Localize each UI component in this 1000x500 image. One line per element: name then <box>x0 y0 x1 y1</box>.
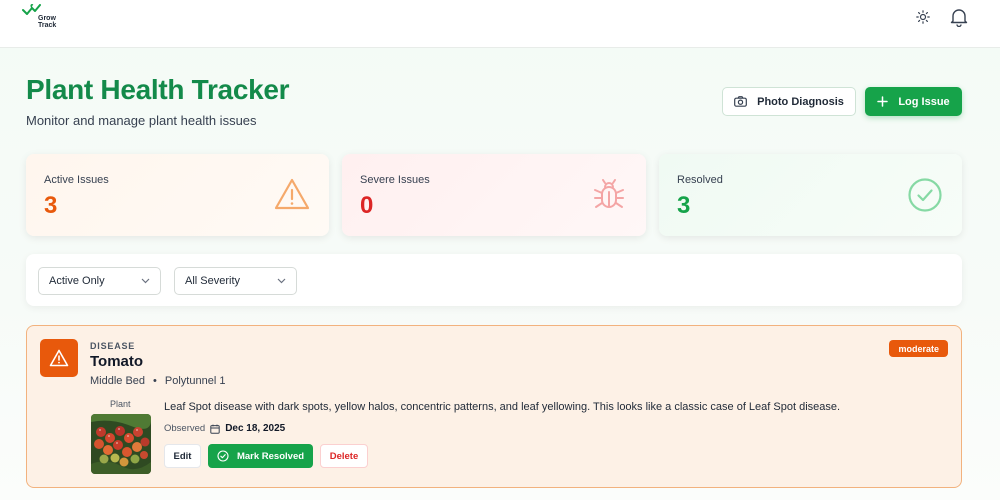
page-subtitle: Monitor and manage plant health issues <box>26 113 257 128</box>
edit-label: Edit <box>173 450 192 462</box>
stat-card-active: Active Issues 3 <box>26 154 329 236</box>
stat-value: 0 <box>360 192 374 219</box>
status-filter-value: Active Only <box>49 275 105 287</box>
stat-label: Active Issues <box>44 174 109 186</box>
plant-image-label: Plant <box>110 399 131 409</box>
stat-value: 3 <box>677 192 691 219</box>
issue-type-icon <box>40 339 78 377</box>
camera-icon <box>734 96 748 107</box>
issue-plant-name: Tomato <box>90 353 144 370</box>
check-circle-icon <box>217 450 229 462</box>
issue-description: Leaf Spot disease with dark spots, yello… <box>164 401 841 413</box>
issue-location: Middle Bed • Polytunnel 1 <box>90 375 225 387</box>
log-issue-label: Log Issue <box>898 95 950 108</box>
page-title: Plant Health Tracker <box>26 74 290 105</box>
stat-card-severe: Severe Issues 0 <box>342 154 646 236</box>
observed-label: Observed <box>164 423 206 434</box>
sun-icon[interactable] <box>911 5 935 29</box>
bell-icon[interactable] <box>947 5 971 29</box>
delete-button[interactable]: Delete <box>320 444 368 468</box>
bed-name: Middle Bed <box>90 375 146 387</box>
severity-filter-value: All Severity <box>185 275 241 287</box>
photo-diagnosis-label: Photo Diagnosis <box>757 95 844 108</box>
warning-triangle-icon <box>274 178 310 210</box>
top-bar: Grow Track <box>0 0 1000 48</box>
log-issue-button[interactable]: Log Issue <box>865 87 962 116</box>
plus-icon <box>877 96 889 107</box>
stat-label: Severe Issues <box>360 174 430 186</box>
observed-date-value: Dec 18, 2025 <box>225 423 286 434</box>
check-circle-icon <box>908 178 942 212</box>
mark-resolved-button[interactable]: Mark Resolved <box>208 444 313 468</box>
stat-label: Resolved <box>677 174 723 186</box>
delete-label: Delete <box>329 450 359 462</box>
observed-date: Observed Dec 18, 2025 <box>164 423 285 434</box>
growtrack-logo[interactable]: Grow Track <box>20 4 60 34</box>
chevron-down-icon <box>141 278 150 284</box>
plant-photo[interactable] <box>91 414 151 474</box>
filter-bar: Active Only All Severity <box>26 254 962 306</box>
issue-category: DISEASE <box>90 341 136 351</box>
location-separator: • <box>153 375 157 387</box>
stat-card-resolved: Resolved 3 <box>659 154 962 236</box>
photo-diagnosis-button[interactable]: Photo Diagnosis <box>722 87 856 116</box>
warning-triangle-icon <box>49 349 69 367</box>
mark-resolved-label: Mark Resolved <box>236 450 305 462</box>
issue-card: DISEASE Tomato Middle Bed • Polytunnel 1… <box>26 325 962 488</box>
status-filter-select[interactable]: Active Only <box>38 267 161 295</box>
edit-button[interactable]: Edit <box>164 444 201 468</box>
calendar-icon <box>210 424 220 434</box>
bug-icon <box>594 179 624 208</box>
logo-text: Grow Track <box>38 15 57 29</box>
stat-value: 3 <box>44 192 58 219</box>
severity-filter-select[interactable]: All Severity <box>174 267 297 295</box>
severity-badge: moderate <box>889 340 948 357</box>
chevron-down-icon <box>277 278 286 284</box>
location-name: Polytunnel 1 <box>164 375 226 387</box>
